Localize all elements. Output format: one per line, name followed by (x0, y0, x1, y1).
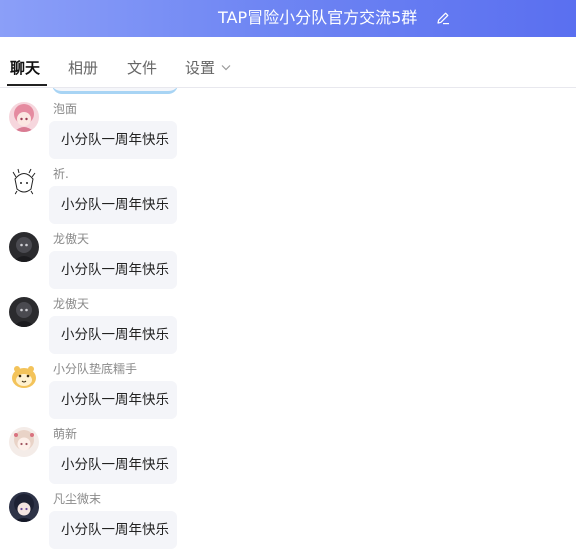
chevron-down-icon (221, 65, 231, 71)
partial-message-bubble (52, 88, 178, 94)
avatar[interactable] (9, 362, 39, 392)
tab-bar: 聊天 相册 文件 设置 (0, 37, 576, 88)
tab-album[interactable]: 相册 (68, 57, 98, 78)
dark-hooded-character-icon (9, 297, 39, 327)
pink-hair-anime-girl-icon (9, 102, 39, 132)
message-bubble[interactable]: 小分队一周年快乐 (49, 316, 177, 354)
message-feed[interactable]: 泡面 小分队一周年快乐 祈. 小分队一周年快乐 龙傲天 小分队一周年快乐 龙傲天… (0, 88, 576, 550)
anime-girl-with-hairpins-icon (9, 427, 39, 457)
hamster-mascot-icon (9, 362, 39, 392)
sender-name[interactable]: 龙傲天 (53, 297, 89, 311)
edit-pencil-icon[interactable] (436, 11, 450, 25)
sender-name[interactable]: 祈. (53, 167, 69, 181)
sender-name[interactable]: 龙傲天 (53, 232, 89, 246)
tab-settings[interactable]: 设置 (185, 57, 231, 78)
message-bubble[interactable]: 小分队一周年快乐 (49, 186, 177, 224)
avatar[interactable] (9, 167, 39, 197)
avatar[interactable] (9, 102, 39, 132)
tab-settings-label: 设置 (185, 59, 216, 77)
message-item: 小分队垫底糯手 小分队一周年快乐 (0, 362, 576, 427)
sender-name[interactable]: 泡面 (53, 102, 77, 116)
dark-hair-anime-girl-icon (9, 492, 39, 522)
dark-hooded-character-icon (9, 232, 39, 262)
message-item: 凡尘微末 小分队一周年快乐 (0, 492, 576, 550)
message-item: 萌新 小分队一周年快乐 (0, 427, 576, 492)
avatar[interactable] (9, 297, 39, 327)
tab-files[interactable]: 文件 (127, 57, 157, 78)
avatar[interactable] (9, 492, 39, 522)
message-bubble[interactable]: 小分队一周年快乐 (49, 511, 177, 549)
group-header: TAP冒险小分队官方交流5群 (0, 0, 576, 37)
message-item: 龙傲天 小分队一周年快乐 (0, 297, 576, 362)
message-item: 龙傲天 小分队一周年快乐 (0, 232, 576, 297)
message-bubble[interactable]: 小分队一周年快乐 (49, 121, 177, 159)
message-bubble[interactable]: 小分队一周年快乐 (49, 446, 177, 484)
active-tab-indicator (7, 84, 47, 86)
tab-chat[interactable]: 聊天 (10, 57, 40, 78)
group-title[interactable]: TAP冒险小分队官方交流5群 (218, 8, 417, 28)
avatar[interactable] (9, 427, 39, 457)
avatar[interactable] (9, 232, 39, 262)
sketch-anime-character-icon (9, 167, 39, 197)
message-item: 泡面 小分队一周年快乐 (0, 102, 576, 167)
sender-name[interactable]: 萌新 (53, 427, 77, 441)
sender-name[interactable]: 小分队垫底糯手 (53, 362, 137, 376)
message-bubble[interactable]: 小分队一周年快乐 (49, 381, 177, 419)
sender-name[interactable]: 凡尘微末 (53, 492, 101, 506)
message-item: 祈. 小分队一周年快乐 (0, 167, 576, 232)
message-bubble[interactable]: 小分队一周年快乐 (49, 251, 177, 289)
